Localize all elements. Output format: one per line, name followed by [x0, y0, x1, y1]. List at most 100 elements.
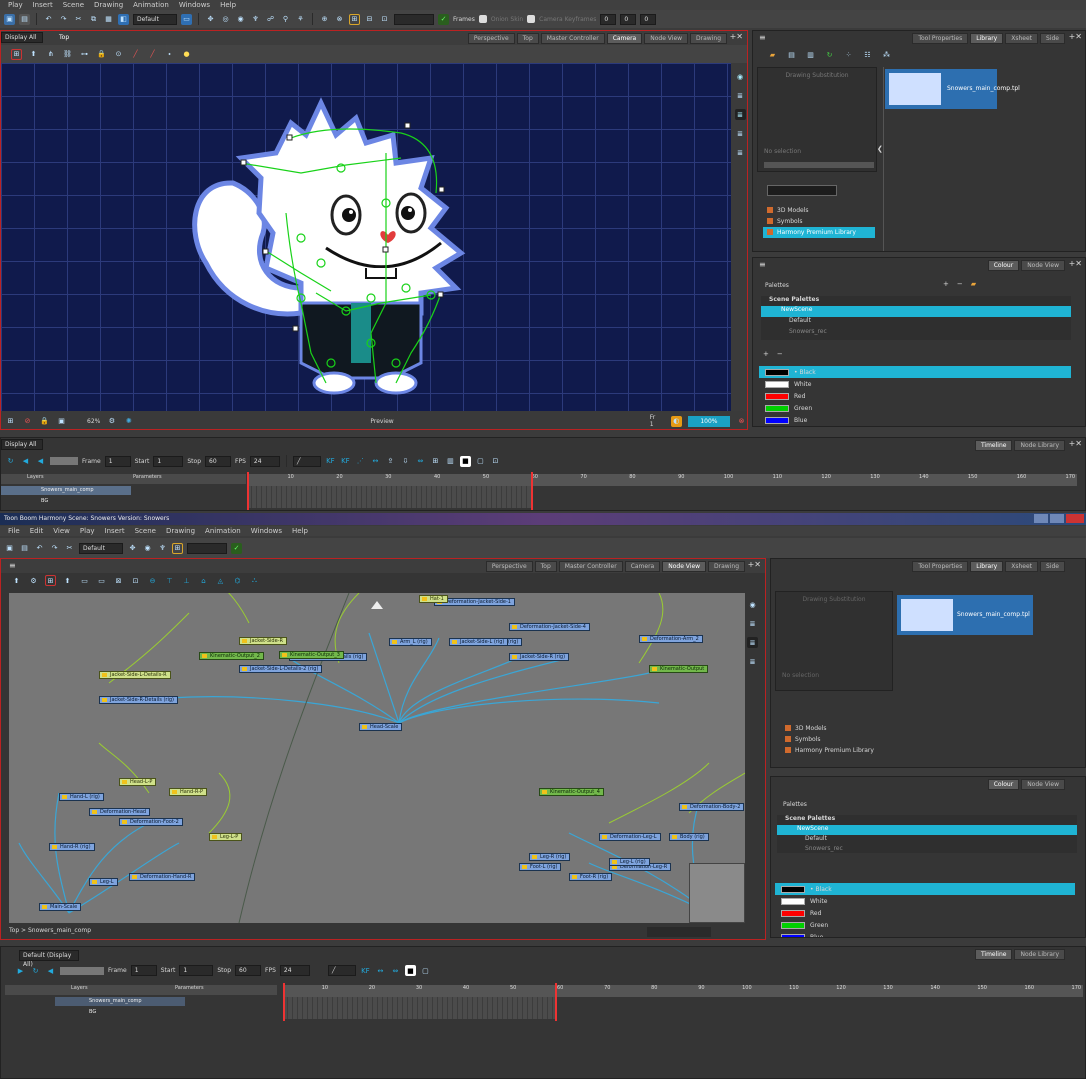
- value-field-1[interactable]: 0: [600, 13, 617, 25]
- copy-icon[interactable]: ⧉: [88, 14, 99, 25]
- graph-node-kinematic[interactable]: Kinematic-Output_3: [279, 651, 344, 659]
- add-colour-icon[interactable]: +: [763, 350, 769, 358]
- bottom-play-icon[interactable]: ▶: [15, 965, 26, 976]
- tab-timeline[interactable]: Timeline: [974, 440, 1013, 451]
- sort-icon[interactable]: ⁘: [843, 49, 854, 60]
- tab-drawing[interactable]: Drawing: [708, 561, 745, 572]
- bottom-redo-icon[interactable]: ↷: [49, 543, 60, 554]
- node-stack-up-icon[interactable]: ≣: [747, 656, 758, 667]
- bottom-stop-marker[interactable]: [555, 983, 557, 1021]
- graph-node[interactable]: Foot-R (rig): [569, 873, 613, 881]
- tab-colour[interactable]: Colour: [987, 260, 1020, 271]
- bottom-marker-icon[interactable]: ▢: [420, 965, 431, 976]
- bottom-layer-row[interactable]: BG: [55, 1008, 185, 1017]
- node-write-icon[interactable]: ⊤: [164, 575, 175, 586]
- bottom-loop-icon[interactable]: ↻: [30, 965, 41, 976]
- frame-field[interactable]: 1: [104, 455, 131, 467]
- bottom-speed-slider[interactable]: [60, 966, 104, 975]
- menu-item[interactable]: Scene: [63, 1, 84, 9]
- graph-node[interactable]: Hand-R (rig): [49, 843, 95, 851]
- tab-tool-properties[interactable]: Tool Properties: [912, 33, 969, 44]
- colour-swatch-row[interactable]: White: [775, 895, 1075, 907]
- delete-icon[interactable]: ▥: [805, 49, 816, 60]
- bottom-exposure-tracks[interactable]: [283, 997, 555, 1019]
- save-icon[interactable]: ▣: [4, 13, 15, 25]
- graph-node[interactable]: Jacket-Side-L (rig): [449, 638, 509, 646]
- render-icon[interactable]: ◧: [118, 13, 129, 25]
- library-menu-icon[interactable]: ≡: [759, 33, 766, 42]
- remove-colour-icon[interactable]: −: [777, 350, 783, 358]
- onion-timeline-icon[interactable]: ▥: [445, 456, 456, 467]
- folder-icon[interactable]: ▰: [767, 49, 778, 60]
- colour-swatch-row[interactable]: Red: [775, 907, 1075, 919]
- light-table-icon[interactable]: ⊗: [334, 14, 345, 25]
- tab-perspective[interactable]: Perspective: [485, 561, 533, 572]
- curve-tool-icon[interactable]: ╱: [147, 49, 158, 60]
- node-grid-icon[interactable]: ⊞: [45, 575, 56, 586]
- bottom-template-thumbnail[interactable]: Snowers_main_comp.tpl: [897, 595, 1033, 635]
- menu-item[interactable]: Windows: [251, 527, 282, 535]
- envelope-tool-icon[interactable]: ⬩: [164, 49, 175, 60]
- library-search[interactable]: [767, 185, 837, 196]
- light-icon[interactable]: ●: [181, 49, 192, 60]
- expand-icon[interactable]: ⊞: [430, 456, 441, 467]
- fit-icon[interactable]: ⊡: [490, 456, 501, 467]
- colour-swatch-row[interactable]: Blue: [759, 414, 1071, 426]
- graph-node[interactable]: Leg-L: [89, 878, 118, 886]
- graph-node[interactable]: Deformation-Foot-2: [119, 818, 183, 826]
- menu-item[interactable]: Help: [220, 1, 236, 9]
- status-lock-icon[interactable]: 🔒: [39, 416, 50, 427]
- graph-node[interactable]: Jacket-Side-R-Details (rig): [99, 696, 178, 704]
- frame-ruler[interactable]: 10 20 30 40 50 60 70 80 90 100 110 120 130 140 150 160 1…: [247, 474, 1077, 486]
- library-tree-item[interactable]: Harmony Premium Library: [763, 227, 875, 238]
- zoom-level[interactable]: 62%: [87, 418, 100, 425]
- graph-node-peg[interactable]: Hand-R-P: [169, 788, 208, 796]
- status-onion-icon[interactable]: ⊘: [22, 416, 33, 427]
- graph-node[interactable]: Body (rig): [669, 833, 709, 841]
- tab-tool-properties[interactable]: Tool Properties: [912, 561, 969, 572]
- substitution-slider[interactable]: [764, 162, 874, 168]
- bottom-workspace-select[interactable]: Default: [79, 542, 123, 554]
- menu-item[interactable]: Drawing: [94, 1, 123, 9]
- node-search-field[interactable]: [647, 927, 711, 937]
- node-kinematic-icon[interactable]: ⌬: [232, 575, 243, 586]
- graph-node[interactable]: Jacket-Side-L-Details-2 (rig): [239, 665, 323, 673]
- deform-icon[interactable]: ♆: [250, 14, 261, 25]
- cut-icon[interactable]: ✂: [73, 14, 84, 25]
- status-mask-icon[interactable]: ▣: [56, 416, 67, 427]
- graph-node-kinematic[interactable]: Kinematic-Output: [649, 665, 709, 673]
- node-select-icon[interactable]: ⬆: [62, 575, 73, 586]
- display-select[interactable]: Display All: [1, 32, 43, 43]
- node-cut-icon[interactable]: ⊡: [130, 575, 141, 586]
- marker-icon[interactable]: ▢: [475, 456, 486, 467]
- layer-row[interactable]: BG: [1, 497, 131, 506]
- colour-close-icon[interactable]: +✕: [1069, 259, 1082, 268]
- palette-item[interactable]: Default: [761, 317, 1071, 328]
- new-template-icon[interactable]: ▤: [786, 49, 797, 60]
- select-tool-icon[interactable]: ⬆: [28, 49, 39, 60]
- graph-node[interactable]: Leg-L (rig): [609, 858, 650, 866]
- menu-item[interactable]: File: [8, 527, 20, 535]
- node-stack-icon[interactable]: ≣: [747, 618, 758, 629]
- node-settings-icon[interactable]: ⚙: [28, 575, 39, 586]
- bottom-playhead[interactable]: [283, 983, 285, 1021]
- tab-top[interactable]: Top: [534, 561, 557, 572]
- layer-up-icon[interactable]: ≣: [735, 128, 746, 139]
- bottom-timeline-display-select[interactable]: Default (Display All): [19, 950, 79, 968]
- bottom-palette-item[interactable]: Snowers_rec: [777, 845, 1077, 853]
- node-stack-active-icon[interactable]: ≣: [747, 637, 758, 648]
- graph-node[interactable]: Deformation-Hand-R: [129, 873, 196, 881]
- bottom-undo-icon[interactable]: ↶: [34, 543, 45, 554]
- library-tree-item[interactable]: Harmony Premium Library: [781, 745, 893, 756]
- colour-swatch-row[interactable]: Blue: [775, 931, 1075, 937]
- menu-item[interactable]: Help: [292, 527, 308, 535]
- node-canvas[interactable]: Deformation-Jacket-Side-1 Deformation-Jac…: [9, 593, 745, 923]
- tab-node-view[interactable]: Node View: [662, 561, 707, 572]
- colour-swatch-row[interactable]: • Black: [759, 366, 1071, 378]
- menu-item[interactable]: Play: [8, 1, 23, 9]
- graph-node[interactable]: Deformation-Body-2: [679, 803, 745, 811]
- loop-icon[interactable]: ↻: [5, 456, 16, 467]
- bottom-palette-item[interactable]: NewScene: [777, 825, 1077, 835]
- status-palette-icon[interactable]: ✺: [123, 416, 134, 427]
- recenter-icon[interactable]: ◉: [735, 71, 746, 82]
